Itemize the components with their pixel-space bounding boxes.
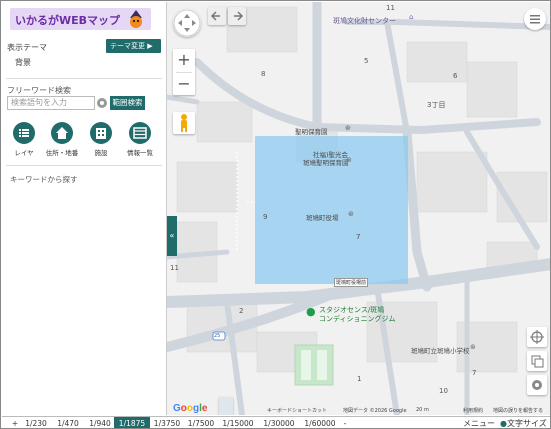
zoom-control: + −	[173, 49, 195, 95]
hamburger-menu-icon[interactable]	[524, 8, 546, 30]
crosshair-icon[interactable]	[527, 327, 547, 347]
text-size-label: 文字サイズ	[506, 419, 547, 428]
divider	[6, 78, 162, 79]
gear-icon[interactable]	[96, 97, 108, 109]
report-error-link[interactable]: 地図の誤りを報告する	[493, 407, 543, 414]
keyboard-shortcut-link[interactable]: キーボードショートカット	[267, 407, 327, 414]
street-view-thumb[interactable]	[219, 397, 233, 415]
scale-option[interactable]: 1/230	[21, 417, 51, 428]
sidebar: いかるがWEBマップ 表示テーマ テーマ変更 ▶ 背景 フリーワード検索 検索語…	[2, 2, 167, 415]
keyword-search-label[interactable]: キーワードから探す	[10, 174, 78, 185]
block-number-label: 6	[453, 72, 458, 80]
app-window: いかるがWEBマップ 表示テーマ テーマ変更 ▶ 背景 フリーワード検索 検索語…	[0, 0, 551, 429]
town-office-label[interactable]: 斑鳩町役場	[306, 212, 339, 222]
pegman-icon[interactable]	[173, 112, 195, 134]
block-number-label: 8	[261, 70, 266, 78]
settings-gear-icon[interactable]	[527, 375, 547, 395]
block-number-label: 11	[386, 4, 395, 12]
sidebar-collapse-tab[interactable]: «	[167, 216, 177, 256]
freeword-label: フリーワード検索	[7, 86, 71, 95]
theme-value: 背景	[15, 58, 31, 67]
zoom-in-button[interactable]: +	[173, 49, 195, 71]
block-number-label: 7	[356, 233, 361, 241]
culture-center-label[interactable]: 斑鳩文化財センター	[333, 16, 396, 26]
nursery-sub-label[interactable]: 斑鳩聖明保育園	[303, 157, 349, 167]
stadium-sub-label[interactable]: コンディショニングジム	[319, 314, 396, 324]
tool-label: 施設	[94, 149, 108, 157]
tool-buttons: レイヤ 住所・地番 施設 情報一覧	[6, 122, 166, 162]
school-label[interactable]: 斑鳩町立斑鳩小学校	[411, 345, 470, 355]
scale-option[interactable]: 1/940	[85, 417, 115, 428]
terms-link[interactable]: 利用規約	[463, 407, 483, 414]
back-button[interactable]	[208, 7, 226, 25]
scale-option[interactable]: 1/60000	[301, 417, 339, 428]
scale-minus-button[interactable]: -	[341, 417, 349, 428]
tool-layer[interactable]: レイヤ	[6, 122, 42, 157]
pin-icon: ●	[306, 305, 316, 318]
tool-facility[interactable]: 施設	[83, 122, 119, 157]
block-number-label: 7	[472, 369, 477, 377]
chome-label: 3丁目	[427, 101, 446, 109]
text-size-icon: ●	[500, 419, 507, 428]
block-number-label: 11	[170, 264, 179, 272]
scale-option[interactable]: 1/30000	[260, 417, 298, 428]
map-canvas[interactable]	[167, 2, 551, 415]
block-number-label: 5	[364, 57, 369, 65]
bus-stop-label[interactable]: 斑鳩町役場前	[334, 278, 369, 287]
scale-option[interactable]: 1/3750	[151, 417, 183, 428]
list-icon	[13, 122, 35, 144]
text-size-link[interactable]: ●文字サイズ	[500, 417, 547, 428]
app-title: いかるがWEBマップ	[15, 14, 121, 27]
school-icon: ⊛	[345, 124, 351, 132]
tool-label: レイヤ	[14, 149, 34, 157]
zoom-out-button[interactable]: −	[173, 73, 195, 95]
scale-bar: + 1/230 1/470 1/940 1/1875 1/3750 1/7500…	[2, 416, 550, 428]
block-number-label: 10	[439, 387, 448, 395]
building-icon	[90, 122, 112, 144]
museum-icon: ⌂	[409, 13, 414, 21]
government-icon: ⊛	[348, 210, 354, 218]
block-number-label: 9	[263, 213, 268, 221]
theme-change-button[interactable]: テーマ変更 ▶	[106, 39, 161, 53]
scale-option[interactable]: 1/15000	[219, 417, 257, 428]
menu-link[interactable]: メニュー	[463, 417, 495, 428]
tool-address[interactable]: 住所・地番	[44, 122, 80, 157]
school-icon: ⊛	[470, 343, 476, 351]
divider	[6, 165, 162, 166]
block-number-label: 2	[239, 307, 244, 315]
range-search-button[interactable]: 範囲検索	[110, 96, 145, 110]
search-input[interactable]: 検索語句を入力	[7, 96, 95, 110]
compass-control[interactable]	[173, 9, 201, 37]
scale-plus-button[interactable]: +	[10, 417, 20, 428]
tool-label: 情報一覧	[127, 149, 153, 157]
tool-info-list[interactable]: 情報一覧	[122, 122, 158, 157]
house-icon	[51, 122, 73, 144]
theme-label: 表示テーマ	[7, 43, 47, 52]
attribution-text: 地図データ ©2026 Google	[343, 408, 407, 414]
nursery-label[interactable]: 聖明保育園	[295, 126, 328, 136]
school-icon: ⊛	[346, 156, 352, 164]
table-icon	[129, 122, 151, 144]
scale-option[interactable]: 1/470	[53, 417, 83, 428]
google-logo: Google	[173, 403, 208, 414]
tool-label: 住所・地番	[45, 149, 79, 157]
block-number-label: 1	[357, 375, 362, 383]
scale-distance: 20 m	[416, 407, 429, 413]
scale-option[interactable]: 1/7500	[185, 417, 217, 428]
forward-button[interactable]	[228, 7, 246, 25]
scale-option-active[interactable]: 1/1875	[114, 417, 150, 428]
route-number: 25	[214, 333, 221, 339]
layers-icon[interactable]	[527, 351, 547, 371]
app-title-banner[interactable]: いかるがWEBマップ	[10, 8, 151, 30]
mascot-logo-icon	[130, 10, 142, 28]
map-view[interactable]: 斑鳩文化財センター ⌂ 11 8 5 6 3丁目 聖明保育園 ⊛ 社福)聖光会 …	[167, 2, 551, 415]
